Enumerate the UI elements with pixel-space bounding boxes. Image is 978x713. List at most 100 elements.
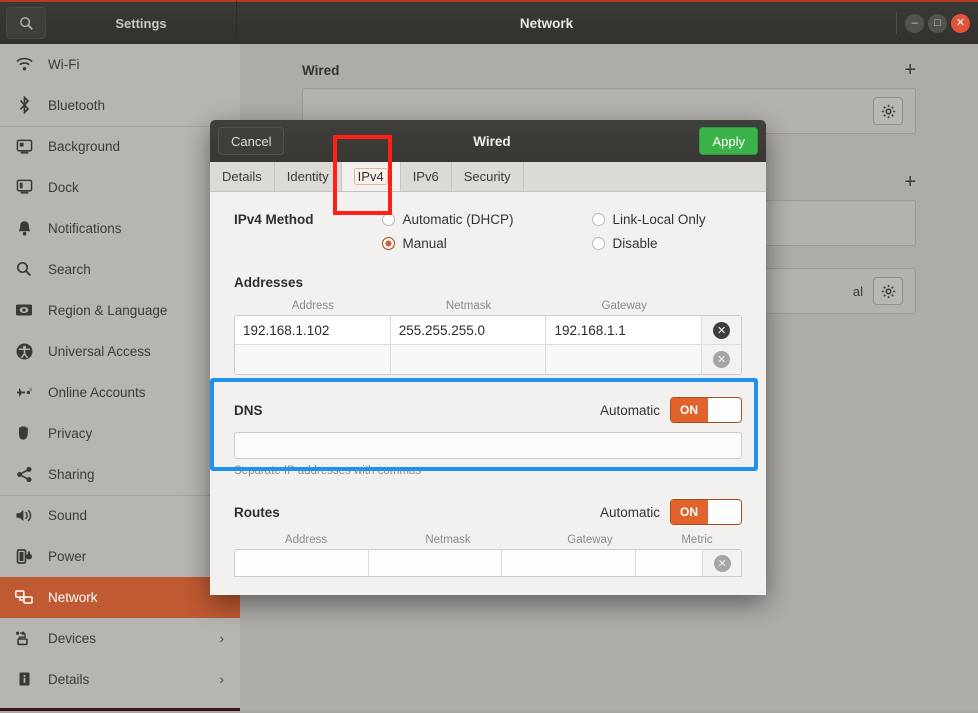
radio-manual[interactable]: Manual xyxy=(381,236,514,251)
online-accounts-icon: s xyxy=(14,385,34,400)
sidebar-item-label: Wi-Fi xyxy=(48,56,80,72)
route-gateway-input[interactable] xyxy=(502,550,636,576)
sidebar-item-details[interactable]: Details › xyxy=(0,659,240,700)
search-button[interactable] xyxy=(6,7,46,39)
sidebar-item-privacy[interactable]: Privacy xyxy=(0,413,240,454)
delete-circle-icon[interactable]: ✕ xyxy=(713,554,731,572)
sidebar-item-network[interactable]: Network xyxy=(0,577,240,618)
radio-automatic-dhcp[interactable]: Automatic (DHCP) xyxy=(381,212,514,227)
settings-window: Settings Network – □ ✕ Wi-Fi Bluetooth B… xyxy=(0,0,978,713)
tab-security[interactable]: Security xyxy=(452,162,524,191)
dns-header-row: DNS Automatic ON xyxy=(234,397,742,423)
dns-automatic-toggle[interactable]: ON xyxy=(670,397,742,423)
dns-hint: Separate IP addresses with commas xyxy=(234,465,422,477)
route-address-input[interactable] xyxy=(235,550,369,576)
share-icon xyxy=(14,466,34,483)
radio-label: Manual xyxy=(402,236,447,251)
route-metric-input[interactable] xyxy=(636,550,704,576)
radio-button-icon[interactable] xyxy=(591,237,605,250)
radio-button-icon-selected[interactable] xyxy=(381,237,395,250)
plus-icon[interactable]: + xyxy=(904,172,916,192)
dns-section: DNS Automatic ON Separate IP addresses w… xyxy=(234,397,742,477)
radio-disable[interactable]: Disable xyxy=(591,236,706,251)
radio-button-icon[interactable] xyxy=(381,213,395,226)
gateway-input[interactable] xyxy=(546,345,703,374)
gateway-input[interactable]: 192.168.1.1 xyxy=(546,316,703,344)
search-icon xyxy=(14,261,34,277)
route-netmask-input[interactable] xyxy=(369,550,503,576)
tab-ipv4[interactable]: IPv4 xyxy=(341,162,401,191)
sidebar-item-label: Bluetooth xyxy=(48,97,106,113)
tab-ipv6[interactable]: IPv6 xyxy=(401,162,452,191)
table-row: ✕ xyxy=(235,550,741,576)
sidebar-item-notifications[interactable]: Notifications xyxy=(0,208,240,249)
toggle-knob xyxy=(707,500,741,524)
tab-label: Identity xyxy=(286,169,329,184)
dns-title: DNS xyxy=(234,402,263,418)
addresses-table: 192.168.1.102 255.255.255.0 192.168.1.1 … xyxy=(234,315,742,375)
ipv4-method-label: IPv4 Method xyxy=(234,212,314,227)
addresses-table-wrap: Address Netmask Gateway 192.168.1.102 25… xyxy=(234,300,742,375)
routes-table: ✕ xyxy=(234,549,742,577)
netmask-input[interactable] xyxy=(391,345,547,374)
sidebar-item-sound[interactable]: Sound xyxy=(0,495,240,536)
routes-automatic-group: Automatic ON xyxy=(600,499,742,525)
sidebar-item-devices[interactable]: Devices › xyxy=(0,618,240,659)
minimize-button[interactable]: – xyxy=(905,13,924,33)
page-title: Network xyxy=(519,15,574,31)
tab-label: Security xyxy=(463,169,511,184)
column-header-spacer xyxy=(702,300,741,312)
svg-text:s: s xyxy=(30,387,33,393)
sidebar-item-dock[interactable]: Dock xyxy=(0,167,240,208)
delete-row-cell: ✕ xyxy=(702,316,741,344)
method-column-left: Automatic (DHCP) Manual xyxy=(381,212,514,251)
sidebar-item-background[interactable]: Background xyxy=(0,126,240,167)
column-header-gateway: Gateway xyxy=(567,534,613,546)
accessibility-icon xyxy=(14,343,34,360)
routes-automatic-label: Automatic xyxy=(599,504,660,520)
netmask-input[interactable]: 255.255.255.0 xyxy=(391,316,547,344)
maximize-button[interactable]: □ xyxy=(928,13,947,33)
controls-divider xyxy=(896,12,897,34)
close-button[interactable]: ✕ xyxy=(951,13,970,33)
dns-automatic-group: Automatic ON xyxy=(600,397,742,423)
address-input[interactable]: 192.168.1.102 xyxy=(235,316,391,344)
sidebar-item-bluetooth[interactable]: Bluetooth xyxy=(0,85,240,126)
apply-button[interactable]: Apply xyxy=(699,127,758,155)
ipv4-method-options: Automatic (DHCP) Manual Link-Local Only xyxy=(381,212,706,251)
column-header-gateway: Gateway xyxy=(601,300,647,312)
sidebar-item-sharing[interactable]: Sharing xyxy=(0,454,240,495)
wired-section-title: Wired xyxy=(302,62,340,78)
delete-circle-icon[interactable]: ✕ xyxy=(713,351,731,368)
gear-icon[interactable] xyxy=(873,97,903,125)
plus-icon[interactable]: + xyxy=(904,60,916,80)
column-header-address: Address xyxy=(284,534,328,546)
devices-icon xyxy=(14,630,34,646)
sidebar-item-wifi[interactable]: Wi-Fi xyxy=(0,44,240,85)
routes-header-row: Routes Automatic ON xyxy=(234,499,742,525)
background-icon xyxy=(14,139,34,155)
radio-label: Automatic (DHCP) xyxy=(402,212,514,227)
sidebar-item-online-accounts[interactable]: s Online Accounts xyxy=(0,372,240,413)
dialog-title: Wired xyxy=(473,133,511,149)
delete-circle-icon[interactable]: ✕ xyxy=(713,321,731,339)
radio-button-icon[interactable] xyxy=(591,213,605,226)
sidebar-item-universal-access[interactable]: Universal Access xyxy=(0,331,240,372)
dns-servers-input[interactable] xyxy=(234,432,742,459)
radio-label: Disable xyxy=(612,236,658,251)
tab-details[interactable]: Details xyxy=(210,162,275,191)
cancel-button[interactable]: Cancel xyxy=(218,127,285,155)
sidebar-item-region-language[interactable]: Region & Language xyxy=(0,290,240,331)
window-controls: – □ ✕ xyxy=(896,12,970,34)
address-input[interactable] xyxy=(235,345,391,374)
bluetooth-icon xyxy=(14,96,34,114)
toggle-knob xyxy=(707,398,741,422)
routes-automatic-toggle[interactable]: ON xyxy=(670,499,742,525)
sidebar-item-search[interactable]: Search xyxy=(0,249,240,290)
gear-icon[interactable] xyxy=(873,277,903,305)
radio-link-local-only[interactable]: Link-Local Only xyxy=(591,212,706,227)
sidebar-item-power[interactable]: Power xyxy=(0,536,240,577)
search-icon xyxy=(19,16,34,31)
toggle-state-label: ON xyxy=(671,500,707,524)
tab-identity[interactable]: Identity xyxy=(275,162,342,191)
